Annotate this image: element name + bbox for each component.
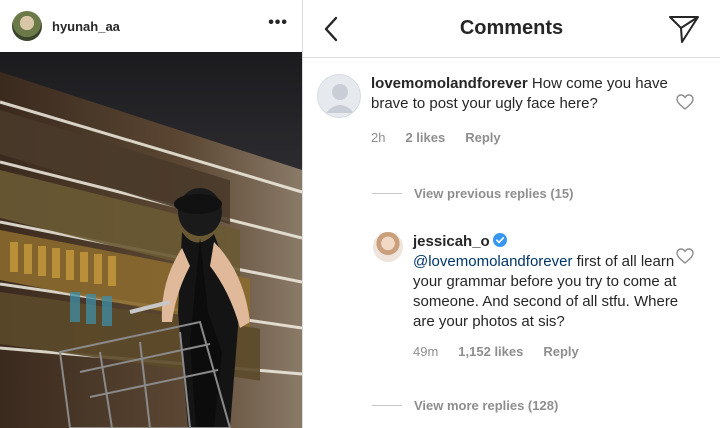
reply-button[interactable]: Reply	[465, 128, 500, 148]
replies-divider-line	[372, 193, 402, 194]
post-avatar[interactable]	[12, 11, 42, 41]
view-previous-replies[interactable]: View previous replies (15)	[372, 186, 573, 201]
heart-icon[interactable]	[676, 248, 694, 264]
avatar[interactable]	[373, 232, 403, 262]
comment-body: lovemomolandforever How come you have br…	[371, 74, 680, 148]
heart-icon[interactable]	[676, 94, 694, 110]
post-photo-image	[0, 52, 302, 428]
comment-meta: 2h 2 likes Reply	[371, 128, 680, 148]
post-panel: hyunah_aa •••	[0, 0, 302, 428]
comment-likes[interactable]: 2 likes	[405, 128, 445, 148]
comment-time: 2h	[371, 130, 386, 145]
page-title: Comments	[459, 17, 564, 39]
reply-body: jessicah_o @lovemomolandforever first of…	[413, 232, 680, 362]
mention-link[interactable]: @lovemomolandforever	[413, 253, 572, 270]
reply-button[interactable]: Reply	[543, 342, 578, 362]
post-header: hyunah_aa •••	[0, 0, 302, 52]
reply-time: 49m	[413, 344, 439, 359]
view-more-replies-label[interactable]: View more replies (128)	[414, 398, 558, 413]
comments-topbar: Comments	[303, 0, 720, 58]
view-previous-replies-label[interactable]: View previous replies (15)	[414, 186, 573, 201]
comments-panel: Comments lovemomolandforever How come yo…	[303, 0, 720, 428]
replies-divider-line	[372, 405, 402, 406]
verified-badge-icon	[492, 233, 507, 247]
more-horizontal-icon[interactable]: •••	[268, 14, 288, 32]
view-more-replies[interactable]: View more replies (128)	[372, 398, 558, 413]
reply-username[interactable]: jessicah_o	[413, 233, 490, 250]
post-photo[interactable]	[0, 52, 302, 428]
reply-meta: 49m 1,152 likes Reply	[413, 342, 680, 362]
send-icon[interactable]	[668, 14, 700, 44]
default-user-icon	[326, 84, 354, 113]
reply-item: jessicah_o @lovemomolandforever first of…	[373, 232, 720, 372]
post-username[interactable]: hyunah_aa	[52, 19, 120, 34]
avatar[interactable]	[317, 74, 361, 118]
reply-likes[interactable]: 1,152 likes	[458, 342, 523, 362]
comment-item: lovemomolandforever How come you have br…	[317, 74, 720, 164]
comment-username[interactable]: lovemomolandforever	[371, 75, 528, 92]
